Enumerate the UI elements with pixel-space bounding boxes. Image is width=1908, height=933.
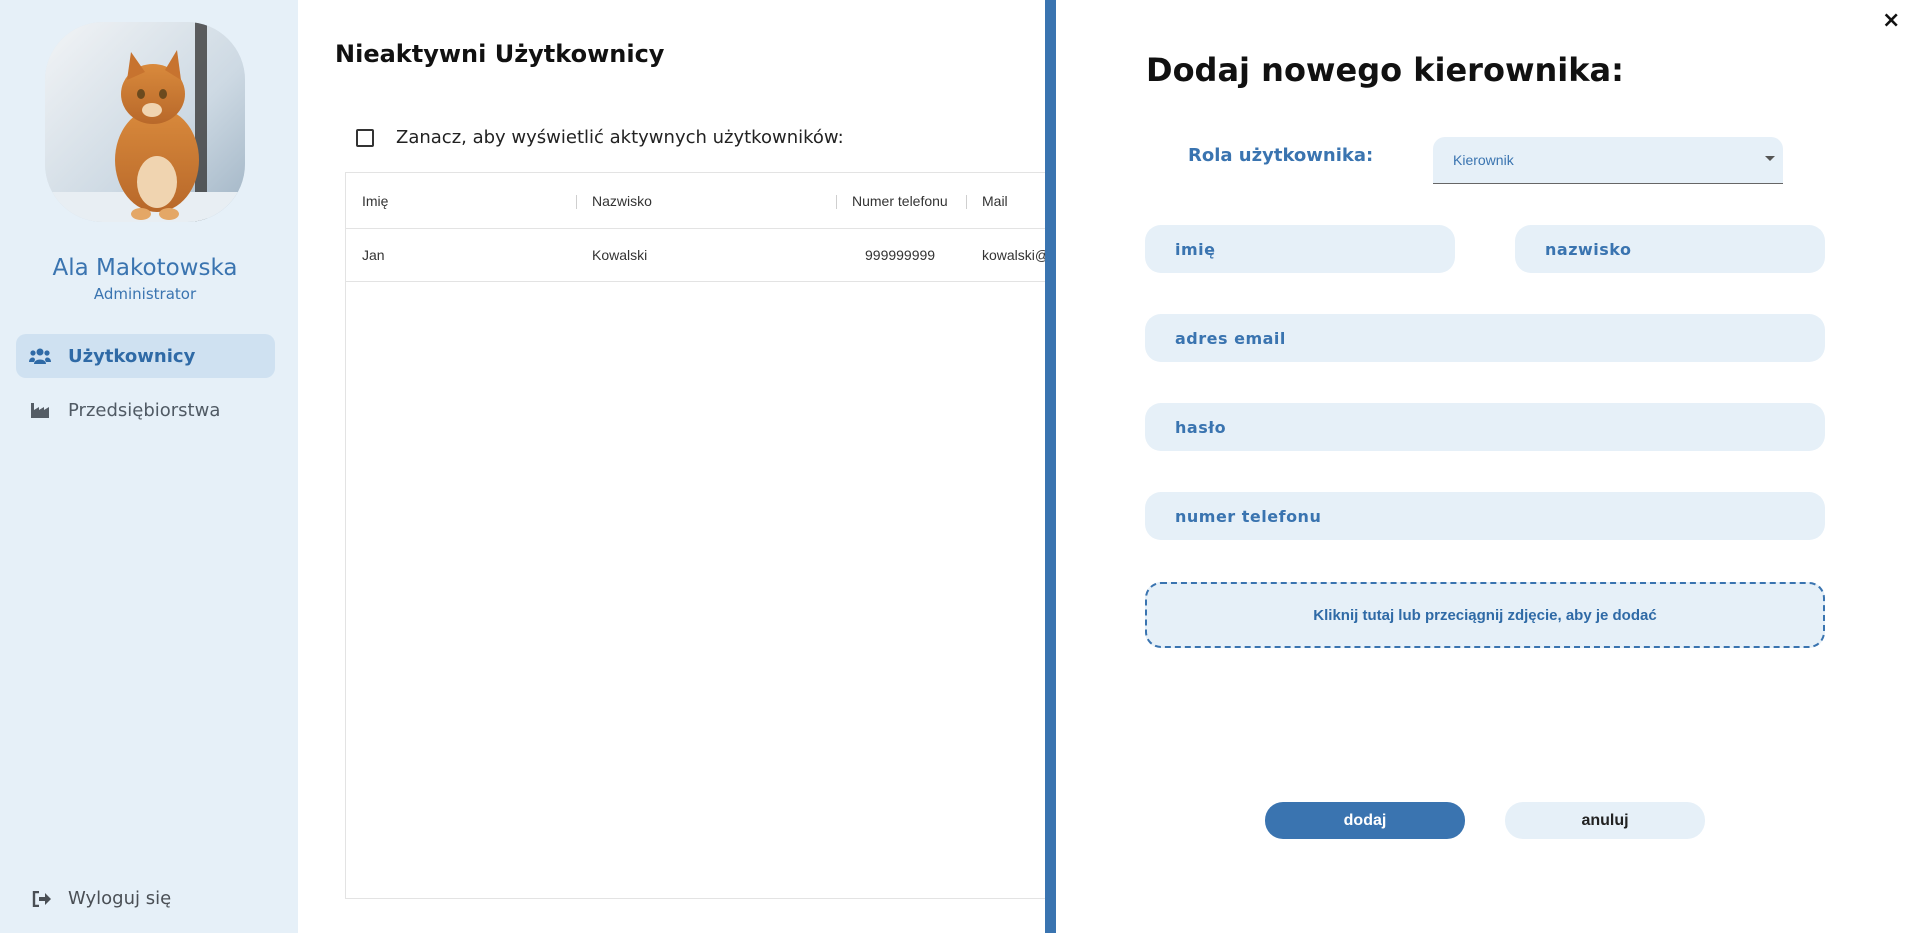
password-placeholder: hasło [1175, 417, 1227, 437]
column-separator[interactable] [576, 195, 577, 209]
sidebar-item-users[interactable]: Użytkownicy [16, 334, 275, 378]
cell-mail: kowalski@ [982, 247, 1050, 263]
password-field[interactable]: hasło [1145, 403, 1825, 451]
cat-photo [45, 22, 245, 222]
page-title: Nieaktywni Użytkownicy [335, 40, 665, 68]
sidebar-item-companies[interactable]: Przedsiębiorstwa [16, 388, 275, 432]
role-select[interactable]: Kierownik [1433, 137, 1783, 184]
sign-out-icon [30, 889, 54, 909]
last-name-field[interactable]: nazwisko [1515, 225, 1825, 273]
sidebar-item-label: Użytkownicy [68, 345, 196, 367]
column-header-phone[interactable]: Numer telefonu [852, 193, 948, 209]
dropzone-label: Kliknij tutaj lub przeciągnij zdjęcie, a… [1313, 606, 1657, 624]
email-placeholder: adres email [1175, 328, 1286, 348]
first-name-field[interactable]: imię [1145, 225, 1455, 273]
logout-button[interactable]: Wyloguj się [30, 888, 171, 909]
role-select-value: Kierownik [1453, 152, 1514, 168]
close-icon[interactable]: × [1882, 8, 1900, 33]
industry-icon [28, 400, 52, 420]
first-name-placeholder: imię [1175, 239, 1216, 259]
column-separator[interactable] [836, 195, 837, 209]
avatar [45, 22, 245, 222]
cancel-button[interactable]: anuluj [1505, 802, 1705, 839]
sidebar: Ala Makotowska Administrator Użytkownicy… [0, 0, 298, 933]
column-separator[interactable] [966, 195, 967, 209]
column-header-first-name[interactable]: Imię [362, 193, 388, 209]
cell-last-name: Kowalski [592, 247, 648, 263]
column-header-mail[interactable]: Mail [982, 193, 1008, 209]
users-icon [28, 346, 52, 366]
add-button[interactable]: dodaj [1265, 802, 1465, 839]
phone-field[interactable]: numer telefonu [1145, 492, 1825, 540]
email-field[interactable]: adres email [1145, 314, 1825, 362]
column-header-last-name[interactable]: Nazwisko [592, 193, 652, 209]
active-users-checkbox[interactable] [356, 128, 374, 147]
users-table: Imię Nazwisko Numer telefonu Mail Jan Ko… [345, 172, 1050, 899]
table-header: Imię Nazwisko Numer telefonu Mail [346, 173, 1049, 229]
cell-phone: 999999999 [865, 247, 936, 263]
drawer-edge [1045, 0, 1056, 933]
sidebar-item-label: Przedsiębiorstwa [68, 399, 221, 421]
last-name-placeholder: nazwisko [1545, 239, 1632, 259]
user-name: Ala Makotowska [52, 255, 238, 281]
user-role: Administrator [93, 285, 197, 303]
drawer-title: Dodaj nowego kierownika: [1146, 51, 1624, 89]
cell-first-name: Jan [362, 247, 385, 263]
toggle-label: Zanacz, aby wyświetlić aktywnych użytkow… [396, 127, 844, 148]
chevron-down-icon [1765, 156, 1775, 161]
role-label: Rola użytkownika: [1188, 145, 1374, 166]
active-users-toggle[interactable]: Zanacz, aby wyświetlić aktywnych użytkow… [356, 127, 844, 148]
logout-label: Wyloguj się [68, 888, 172, 909]
phone-placeholder: numer telefonu [1175, 506, 1322, 526]
table-row[interactable]: Jan Kowalski 999999999 kowalski@ [346, 229, 1049, 282]
photo-dropzone[interactable]: Kliknij tutaj lub przeciągnij zdjęcie, a… [1145, 582, 1825, 648]
